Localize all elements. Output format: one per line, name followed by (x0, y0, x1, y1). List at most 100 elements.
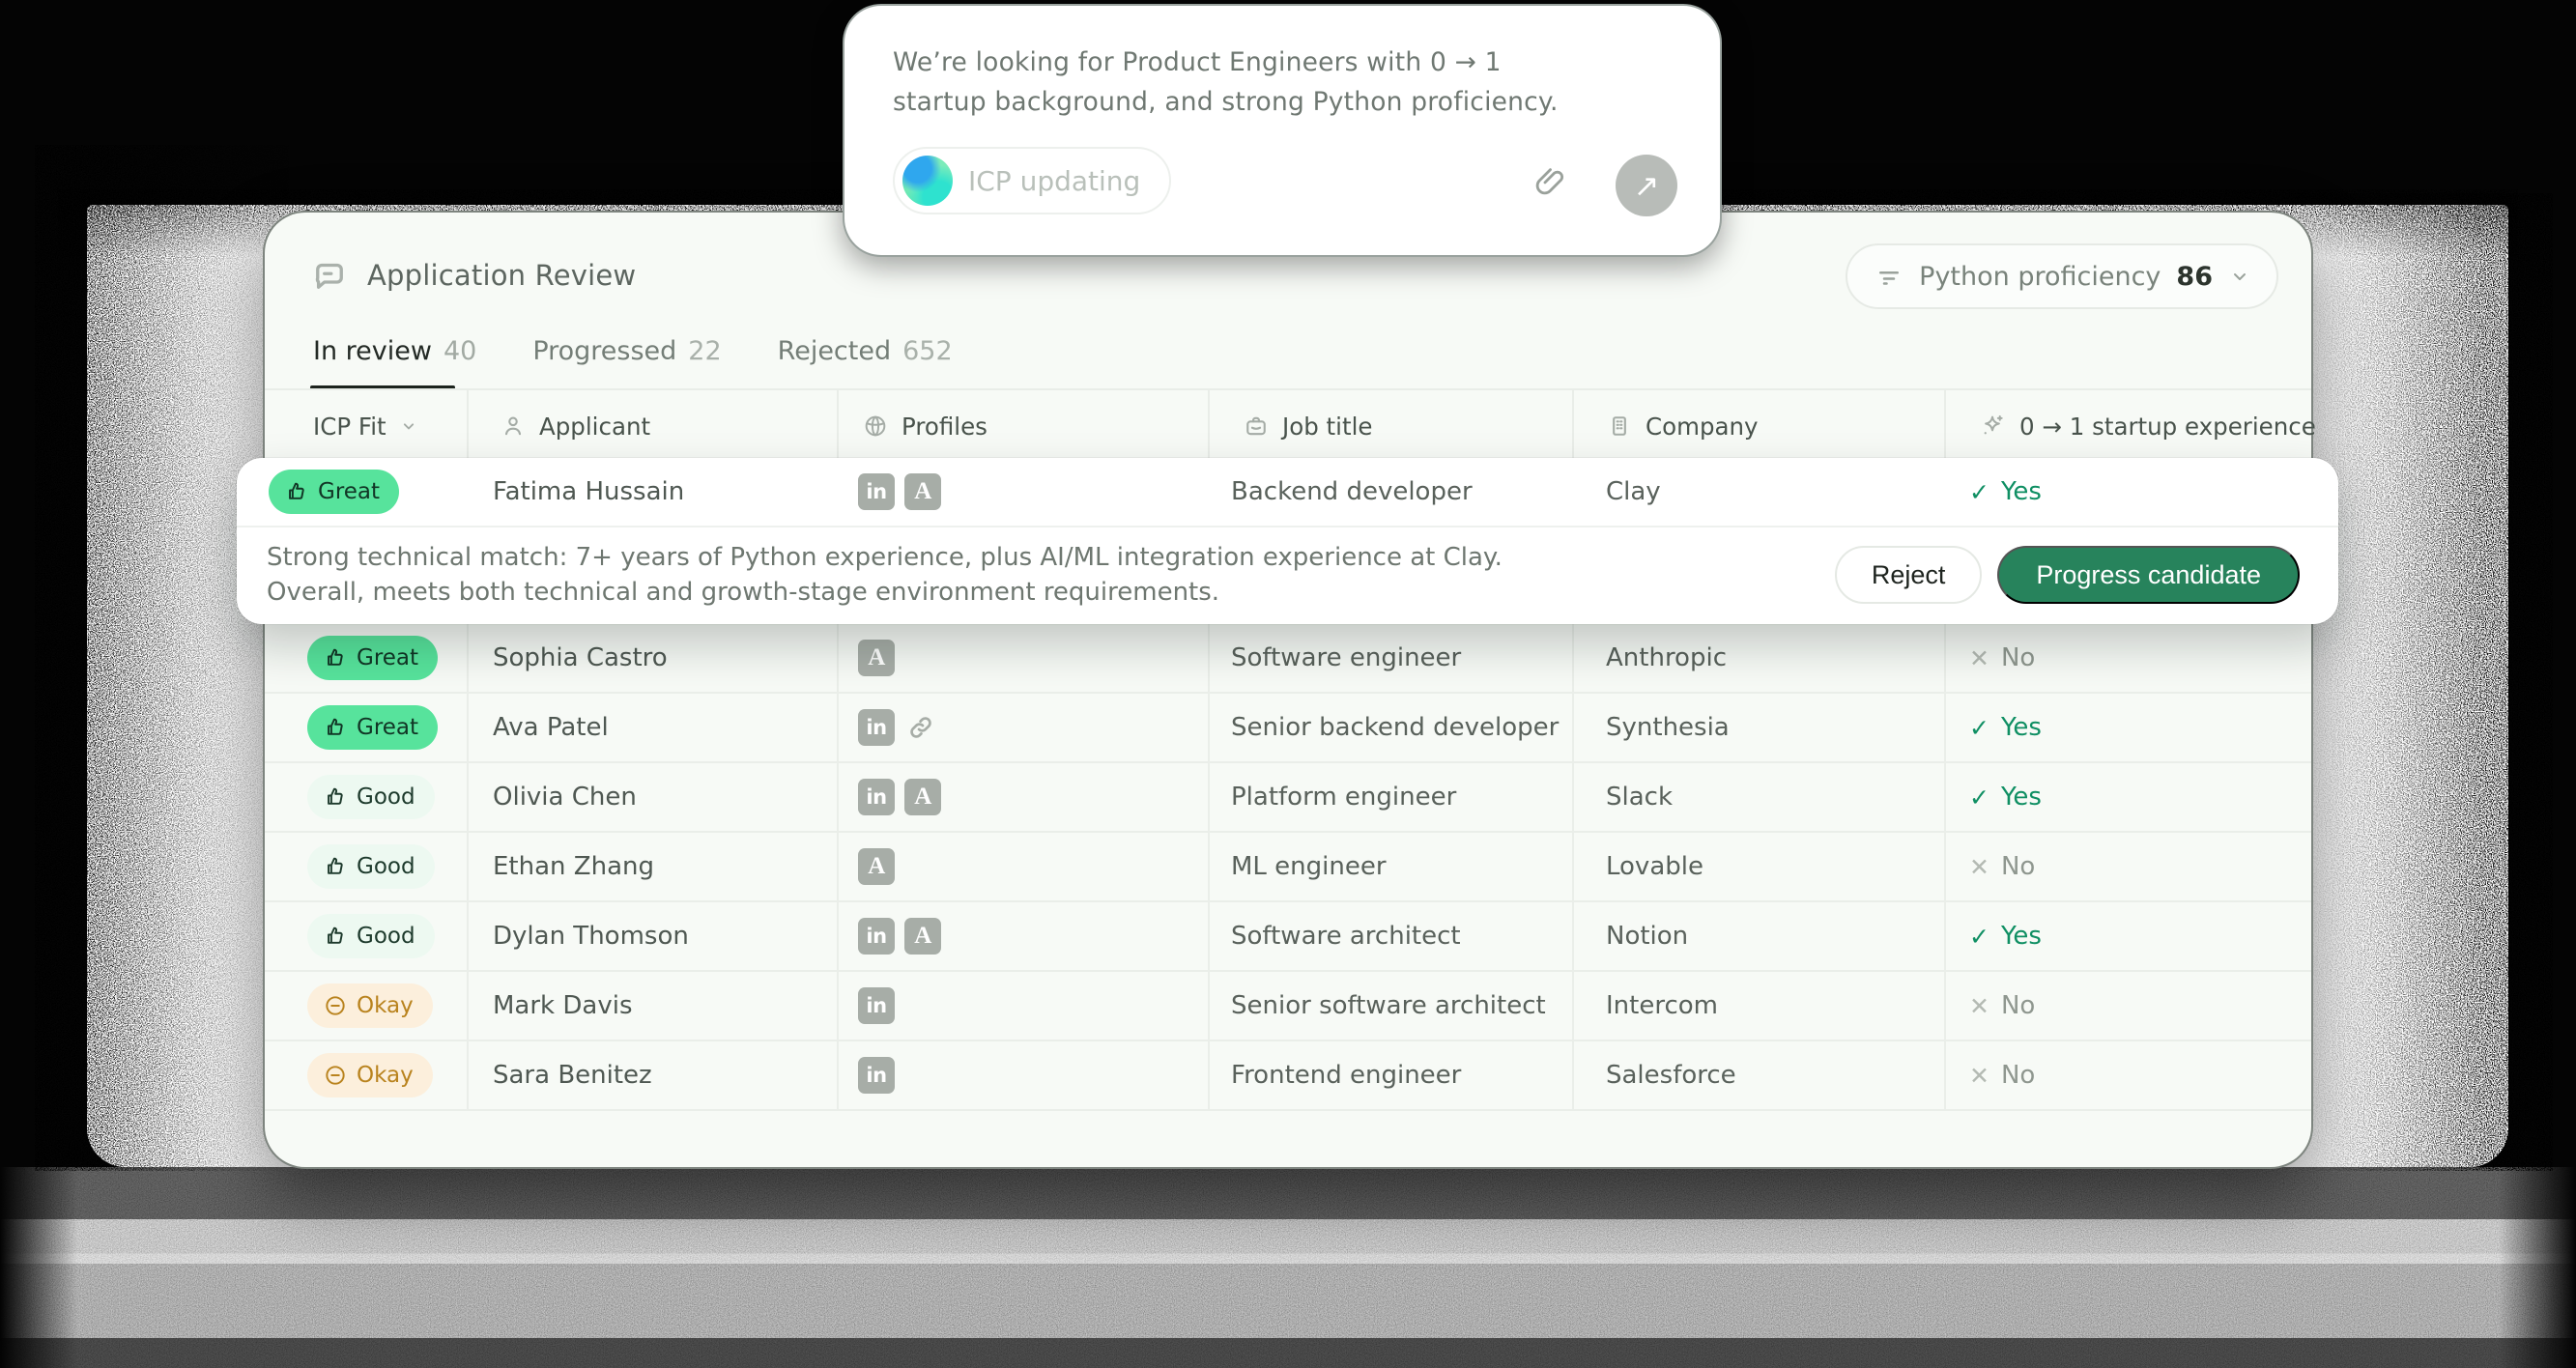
wellfound-icon[interactable]: A (858, 640, 895, 676)
check-icon: ✓ (1969, 714, 1989, 742)
filter-value: 86 (2176, 262, 2213, 292)
startup-experience-value: No (2001, 852, 2035, 881)
applicant-name: Mark Davis (469, 972, 839, 1040)
company: Intercom (1574, 972, 1946, 1040)
tab-in-review[interactable]: In review 40 (313, 336, 476, 366)
applicant-name: Ethan Zhang (469, 833, 839, 900)
tab-progressed[interactable]: Progressed 22 (532, 336, 721, 366)
company: Salesforce (1574, 1041, 1946, 1109)
linkedin-icon[interactable]: in (858, 779, 895, 815)
table-row[interactable]: Great Fatima Hussain in A Backend develo… (237, 458, 2338, 527)
link-icon[interactable] (904, 711, 937, 744)
applicant-name: Olivia Chen (469, 763, 839, 831)
person-icon (500, 413, 527, 440)
sparkles-icon (1978, 412, 2007, 441)
ai-review-summary: Strong technical match: 7+ years of Pyth… (237, 527, 2338, 622)
column-header-icp-fit[interactable]: ICP Fit (265, 390, 469, 462)
wellfound-icon[interactable]: A (904, 918, 941, 955)
filter-icon (1875, 262, 1903, 291)
applicant-name: Sara Benitez (469, 1041, 839, 1109)
startup-experience-value: No (2001, 643, 2035, 672)
linkedin-icon[interactable]: in (858, 918, 895, 955)
x-icon: ✕ (1969, 992, 1989, 1020)
company: Synthesia (1574, 694, 1946, 761)
table-row[interactable]: Okay Sara Benitez in Frontend engineer S… (265, 1041, 2311, 1111)
startup-experience-value: Yes (2001, 922, 2042, 951)
composer-message: We’re looking for Product Engineers with… (893, 43, 1559, 122)
table-row[interactable]: Great Sophia Castro A Software engineer … (265, 624, 2311, 694)
column-header-applicant[interactable]: Applicant (469, 390, 839, 462)
chevron-down-icon (399, 416, 418, 436)
table-row[interactable]: Good Dylan Thomson in A Software archite… (265, 902, 2311, 972)
job-title: Senior software architect (1210, 972, 1574, 1040)
minus-circle-icon (323, 993, 348, 1018)
company: Anthropic (1574, 624, 1946, 692)
tab-rejected[interactable]: Rejected 652 (778, 336, 953, 366)
icp-avatar (902, 156, 953, 206)
wellfound-icon[interactable]: A (858, 848, 895, 885)
application-review-card: Application Review Python proficiency 86… (263, 211, 2313, 1169)
thumbs-up-icon (284, 479, 309, 504)
reject-button[interactable]: Reject (1835, 546, 1983, 604)
check-icon: ✓ (1969, 923, 1989, 951)
applicant-name: Fatima Hussain (469, 458, 839, 526)
icp-fit-badge: Great (307, 636, 438, 680)
x-icon: ✕ (1969, 1062, 1989, 1090)
briefcase-icon (1243, 413, 1270, 440)
panel-actions: Reject Progress candidate (1835, 546, 2300, 604)
startup-experience-value: No (2001, 991, 2035, 1020)
thumbs-up-icon (323, 784, 348, 810)
job-title: Software engineer (1210, 624, 1574, 692)
startup-experience-value: Yes (2001, 783, 2042, 812)
score-filter[interactable]: Python proficiency 86 (1846, 243, 2278, 309)
table-row[interactable]: Great Ava Patel in Senior backend develo… (265, 694, 2311, 763)
startup-experience-value: No (2001, 1061, 2035, 1090)
table-header: ICP Fit Applicant Profiles (265, 388, 2311, 464)
composer-bubble: We’re looking for Product Engineers with… (843, 4, 1722, 257)
send-arrow-icon: ↗ (1634, 167, 1660, 204)
check-icon: ✓ (1969, 784, 1989, 812)
job-title: Backend developer (1210, 458, 1574, 526)
startup-experience-value: Yes (2001, 477, 2042, 506)
company: Notion (1574, 902, 1946, 970)
applicant-name: Sophia Castro (469, 624, 839, 692)
linkedin-icon[interactable]: in (858, 473, 895, 510)
send-button[interactable]: ↗ (1616, 155, 1677, 216)
thumbs-up-icon (323, 715, 348, 740)
column-header-company[interactable]: Company (1574, 390, 1946, 462)
x-icon: ✕ (1969, 644, 1989, 672)
thumbs-up-icon (323, 645, 348, 670)
icp-status-chip[interactable]: ICP updating (893, 147, 1171, 214)
company: Slack (1574, 763, 1946, 831)
table-row[interactable]: Okay Mark Davis in Senior software archi… (265, 972, 2311, 1041)
progress-candidate-button[interactable]: Progress candidate (1997, 546, 2300, 604)
company: Lovable (1574, 833, 1946, 900)
linkedin-icon[interactable]: in (858, 1057, 895, 1094)
chat-bubble-icon (309, 255, 350, 296)
globe-icon (862, 413, 889, 440)
tab-count: 652 (902, 336, 953, 366)
icp-fit-badge: Good (307, 914, 435, 958)
company: Clay (1574, 458, 1946, 526)
check-icon: ✓ (1969, 478, 1989, 506)
column-header-profiles[interactable]: Profiles (839, 390, 1210, 462)
linkedin-icon[interactable]: in (858, 709, 895, 746)
attachment-icon[interactable] (1531, 162, 1569, 205)
tab-count: 22 (688, 336, 721, 366)
applicant-name: Ava Patel (469, 694, 839, 761)
linkedin-icon[interactable]: in (858, 987, 895, 1024)
explanation-text: Strong technical match: 7+ years of Pyth… (267, 540, 1503, 610)
wellfound-icon[interactable]: A (904, 779, 941, 815)
column-header-startup-experience[interactable]: 0 → 1 startup experience (1946, 390, 2315, 462)
table-row[interactable]: Good Ethan Zhang A ML engineer Lovable ✕… (265, 833, 2311, 902)
startup-experience-value: Yes (2001, 713, 2042, 742)
column-header-job-title[interactable]: Job title (1210, 390, 1574, 462)
table-row[interactable]: Good Olivia Chen in A Platform engineer … (265, 763, 2311, 833)
page-title: Application Review (367, 259, 636, 292)
wellfound-icon[interactable]: A (904, 473, 941, 510)
job-title: ML engineer (1210, 833, 1574, 900)
icp-fit-badge: Great (269, 470, 399, 514)
icp-fit-badge: Great (307, 705, 438, 750)
icp-status-label: ICP updating (968, 165, 1140, 197)
highlighted-candidate-panel: Great Fatima Hussain in A Backend develo… (237, 458, 2338, 624)
